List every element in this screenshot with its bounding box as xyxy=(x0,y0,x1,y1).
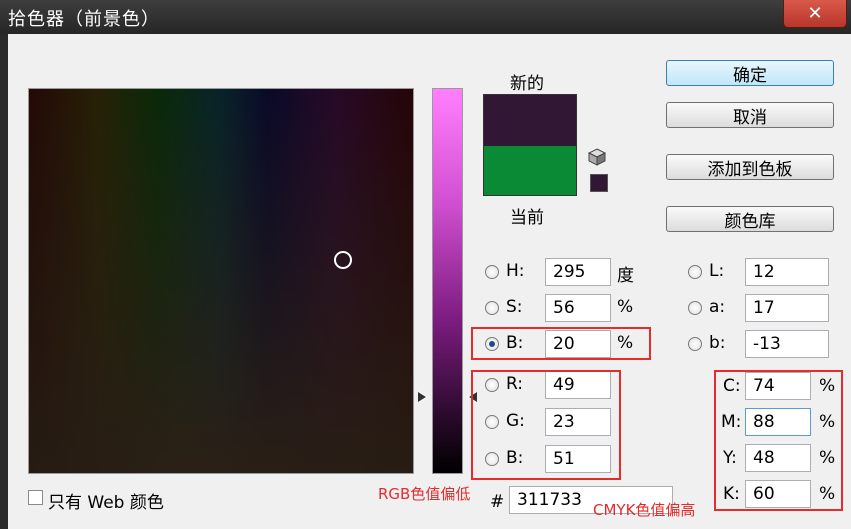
radio-h[interactable] xyxy=(485,265,499,279)
window-frame xyxy=(0,34,8,529)
web-safe-swatch[interactable] xyxy=(590,174,608,192)
s-unit: % xyxy=(617,297,634,317)
lab-b-input[interactable]: -13 xyxy=(745,330,829,358)
window-title: 拾色器（前景色） xyxy=(8,9,160,30)
radio-l[interactable] xyxy=(688,265,702,279)
current-color-swatch[interactable] xyxy=(483,146,577,196)
highlight-b-box xyxy=(471,327,651,360)
title-bar: 拾色器（前景色） ✕ xyxy=(0,0,851,34)
color-picker-cursor[interactable] xyxy=(334,251,352,269)
new-color-label: 新的 xyxy=(510,74,544,94)
cmyk-annotation: CMYK色值偏高 xyxy=(593,501,696,519)
close-icon: ✕ xyxy=(807,3,823,24)
cube-icon[interactable] xyxy=(588,148,606,166)
color-field[interactable] xyxy=(28,88,414,474)
highlight-rgb-box xyxy=(471,370,621,480)
cancel-button[interactable]: 取消 xyxy=(666,102,834,128)
s-input[interactable]: 56 xyxy=(545,294,611,322)
rgb-annotation: RGB色值偏低 xyxy=(378,485,471,503)
slider-arrow-left-icon[interactable] xyxy=(418,391,428,403)
highlight-cmyk-box xyxy=(714,370,843,511)
hue-slider[interactable] xyxy=(432,88,463,474)
new-color-swatch xyxy=(483,94,577,147)
a-input[interactable]: 17 xyxy=(745,294,829,322)
color-field-shading xyxy=(29,89,413,473)
lab-b-label: b: xyxy=(709,333,726,353)
current-color-label: 当前 xyxy=(510,208,544,228)
l-input[interactable]: 12 xyxy=(745,258,829,286)
close-button[interactable]: ✕ xyxy=(783,0,847,28)
s-label: S: xyxy=(506,297,523,317)
l-label: L: xyxy=(709,261,725,281)
web-colors-only-label: 只有 Web 颜色 xyxy=(48,493,164,513)
color-libraries-button[interactable]: 颜色库 xyxy=(666,206,834,232)
ok-button[interactable]: 确定 xyxy=(666,60,834,86)
h-input[interactable]: 295 xyxy=(545,258,611,286)
a-label: a: xyxy=(709,297,726,317)
radio-a[interactable] xyxy=(688,301,702,315)
h-label: H: xyxy=(506,261,525,281)
hex-label: # xyxy=(490,492,505,512)
h-unit: 度 xyxy=(617,266,634,286)
radio-lab-b[interactable] xyxy=(688,337,702,351)
add-to-swatches-button[interactable]: 添加到色板 xyxy=(666,154,834,180)
radio-s[interactable] xyxy=(485,301,499,315)
web-colors-only-checkbox[interactable] xyxy=(28,490,43,505)
color-picker-dialog: 新的 当前 确定 取消 添加到色板 颜色库 H: 295 度 S: 56 % B… xyxy=(8,34,851,529)
